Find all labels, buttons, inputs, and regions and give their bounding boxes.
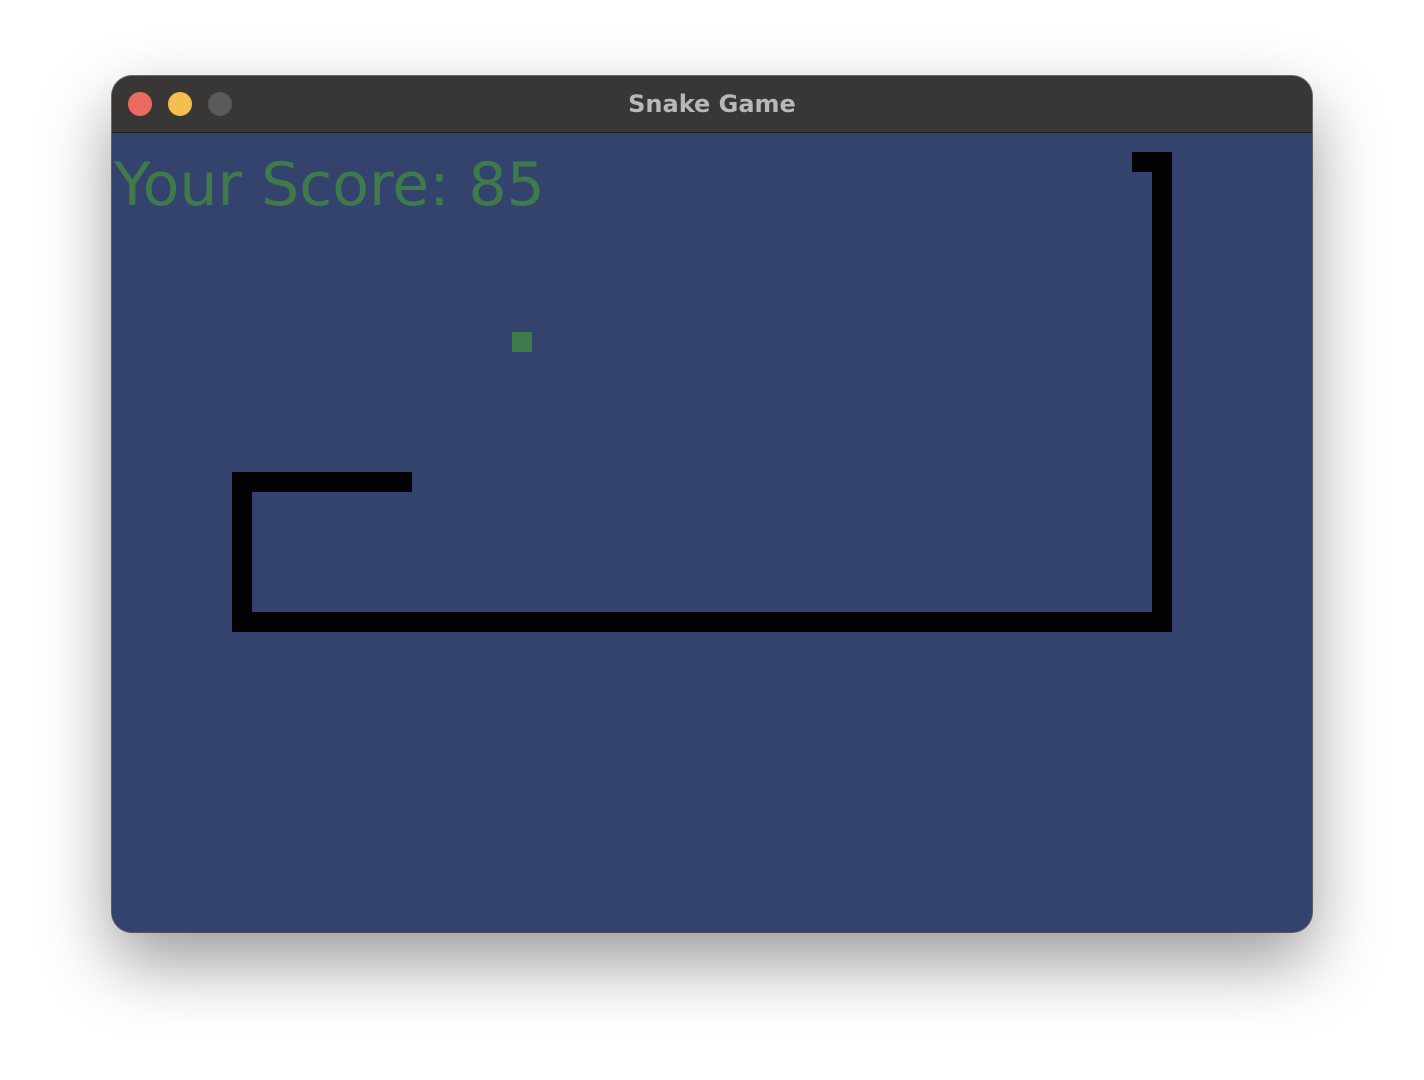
snake-segment	[232, 472, 412, 492]
snake-segment	[232, 612, 1172, 632]
score-label: Your Score: 85	[114, 150, 545, 220]
snake-segment	[232, 472, 252, 632]
food-pellet	[512, 332, 532, 352]
game-window: Snake Game Your Score: 85	[112, 76, 1312, 932]
game-canvas[interactable]: Your Score: 85	[112, 133, 1312, 932]
snake-segment	[1152, 152, 1172, 632]
title-bar[interactable]: Snake Game	[112, 76, 1312, 133]
window-title: Snake Game	[628, 90, 796, 118]
